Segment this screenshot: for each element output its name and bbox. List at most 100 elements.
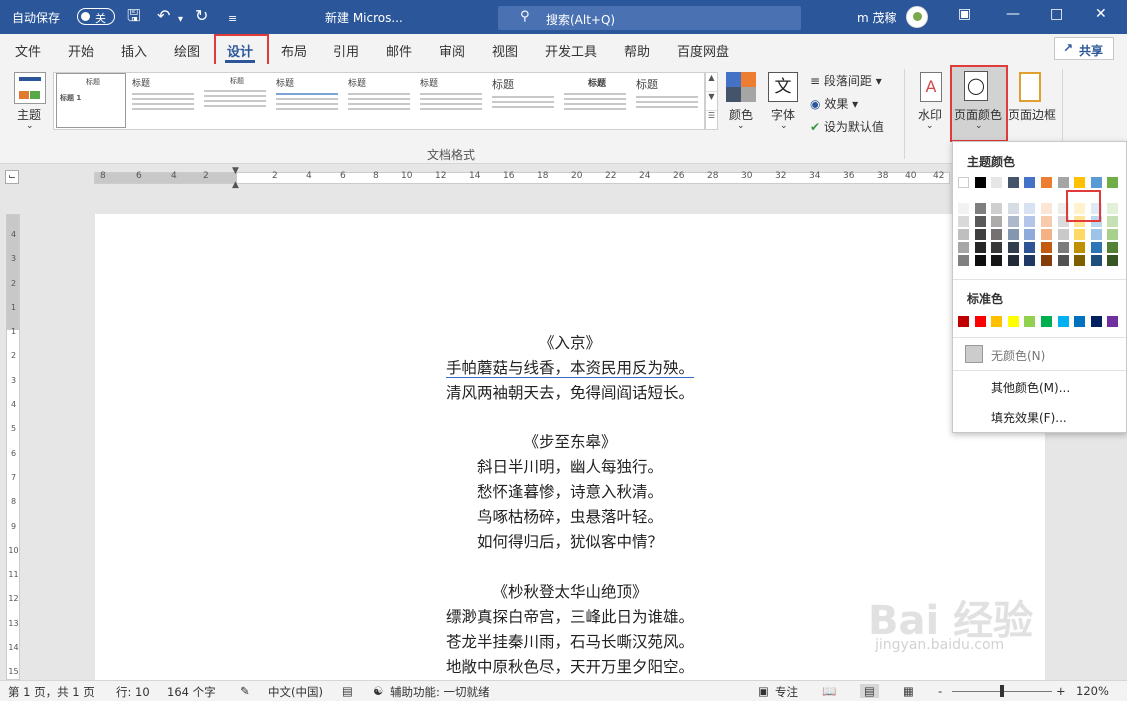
theme-shade-swatch[interactable] [1007, 216, 1019, 227]
theme-color-swatch[interactable] [974, 177, 986, 188]
theme-shade-swatch[interactable] [958, 203, 969, 214]
customize-toolbar-icon[interactable]: ≡ [228, 10, 237, 28]
theme-shade-swatch[interactable] [958, 216, 969, 227]
style-set-item[interactable]: 标题 [632, 73, 702, 130]
more-colors-item[interactable]: 其他颜色(M)... [991, 379, 1070, 396]
theme-color-swatch[interactable] [1057, 177, 1069, 188]
theme-shade-swatch[interactable] [1007, 203, 1019, 214]
theme-shade-swatch[interactable] [1041, 255, 1052, 266]
theme-color-swatch[interactable] [1024, 177, 1036, 188]
theme-color-swatch[interactable] [958, 177, 969, 188]
tab-developer[interactable]: 开发工具 [545, 41, 597, 60]
tab-home[interactable]: 开始 [68, 41, 94, 60]
tab-view[interactable]: 视图 [492, 41, 518, 60]
theme-color-swatch[interactable] [1074, 177, 1086, 188]
theme-shade-swatch[interactable] [974, 203, 986, 214]
theme-shade-swatch[interactable] [1007, 242, 1019, 253]
theme-shade-swatch[interactable] [1041, 242, 1052, 253]
theme-shade-swatch[interactable] [1090, 255, 1102, 266]
theme-shade-swatch[interactable] [1107, 216, 1119, 227]
page-border-label[interactable]: 页面边框 [1008, 106, 1056, 123]
minimize-icon[interactable]: — [1006, 6, 1020, 22]
theme-shade-swatch[interactable] [958, 229, 969, 240]
standard-color-swatch[interactable] [1007, 316, 1019, 327]
language[interactable]: 中文(中国) [268, 684, 323, 700]
first-line-indent-marker[interactable]: ▼ [232, 166, 239, 176]
tab-insert[interactable]: 插入 [121, 41, 147, 60]
standard-color-swatch[interactable] [1041, 316, 1052, 327]
tab-draw[interactable]: 绘图 [174, 41, 200, 60]
zoom-out-button[interactable]: - [938, 684, 942, 698]
theme-shade-swatch[interactable] [1041, 203, 1052, 214]
theme-shade-swatch[interactable] [958, 242, 969, 253]
theme-shade-swatch[interactable] [1057, 242, 1069, 253]
tab-selector-icon[interactable]: ⌙ [5, 170, 19, 184]
document-title[interactable]: 新建 Micros... [325, 9, 403, 26]
theme-shade-swatch[interactable] [1007, 229, 1019, 240]
tab-baidu-netdisk[interactable]: 百度网盘 [677, 41, 729, 60]
word-count[interactable]: 164 个字 [167, 684, 216, 700]
theme-shade-swatch[interactable] [974, 242, 986, 253]
theme-shade-swatch[interactable] [991, 229, 1003, 240]
maximize-icon[interactable]: □ [1050, 6, 1063, 22]
fill-effects-item[interactable]: 填充效果(F)... [991, 409, 1067, 426]
tab-layout[interactable]: 布局 [281, 41, 307, 60]
tab-review[interactable]: 审阅 [439, 41, 465, 60]
style-set-item[interactable]: 标题 [200, 73, 270, 130]
theme-shade-swatch[interactable] [1024, 229, 1036, 240]
theme-shade-swatch[interactable] [1057, 255, 1069, 266]
horizontal-ruler[interactable]: 8 6 4 2 2 4 6 8 10 12 14 16 18 20 22 24 … [94, 171, 950, 184]
theme-shade-swatch[interactable] [1074, 229, 1086, 240]
search-box[interactable]: ⚲ 搜索(Alt+Q) [498, 6, 801, 30]
style-set-item[interactable]: 标题 [128, 73, 198, 130]
fonts-icon[interactable]: 文 [768, 72, 798, 102]
gallery-scroll[interactable]: ▲ ▼ ☰ [705, 72, 718, 130]
style-set-item[interactable]: 标题 [344, 73, 414, 130]
theme-shade-swatch[interactable] [974, 229, 986, 240]
theme-shade-swatch[interactable] [991, 255, 1003, 266]
ribbon-display-options-icon[interactable]: ▣ [958, 6, 971, 22]
standard-color-swatch[interactable] [1074, 316, 1086, 327]
theme-shade-swatch[interactable] [1024, 242, 1036, 253]
theme-color-swatch[interactable] [1007, 177, 1019, 188]
tab-file[interactable]: 文件 [15, 41, 41, 60]
theme-shade-swatch[interactable] [974, 255, 986, 266]
theme-color-swatch[interactable] [1090, 177, 1102, 188]
zoom-in-button[interactable]: + [1056, 684, 1066, 698]
zoom-slider-handle[interactable] [1000, 685, 1004, 697]
page-info[interactable]: 第 1 页，共 1 页 [8, 684, 95, 700]
undo-icon[interactable]: ↶ [157, 7, 170, 25]
theme-shade-swatch[interactable] [991, 242, 1003, 253]
watermark-icon[interactable]: A [920, 72, 942, 102]
theme-shade-swatch[interactable] [991, 203, 1003, 214]
zoom-level[interactable]: 120% [1076, 684, 1109, 698]
themes-icon[interactable] [14, 72, 46, 104]
theme-shade-swatch[interactable] [1057, 229, 1069, 240]
style-set-item[interactable]: 标题 [416, 73, 486, 130]
theme-shade-swatch[interactable] [1090, 229, 1102, 240]
theme-shade-swatch[interactable] [1107, 242, 1119, 253]
avatar[interactable] [906, 6, 928, 28]
theme-shade-swatch[interactable] [1041, 216, 1052, 227]
theme-shade-swatch[interactable] [1074, 242, 1086, 253]
theme-shade-swatch[interactable] [1107, 203, 1119, 214]
watermark-dropdown-icon[interactable]: ⌄ [926, 121, 934, 131]
focus-mode-button[interactable]: 专注 [775, 684, 798, 700]
theme-shade-swatch[interactable] [1074, 255, 1086, 266]
tab-help[interactable]: 帮助 [624, 41, 650, 60]
theme-shade-swatch[interactable] [991, 216, 1003, 227]
colors-dropdown-icon[interactable]: ⌄ [737, 121, 745, 131]
standard-color-swatch[interactable] [1090, 316, 1102, 327]
standard-color-swatch[interactable] [974, 316, 986, 327]
user-name[interactable]: m 茂稼 [857, 9, 897, 26]
theme-color-swatch[interactable] [1107, 177, 1119, 188]
standard-color-swatch[interactable] [1107, 316, 1119, 327]
page-border-icon[interactable] [1019, 72, 1041, 102]
left-indent-marker[interactable]: ▲ [232, 180, 239, 190]
fonts-dropdown-icon[interactable]: ⌄ [780, 121, 788, 131]
theme-shade-swatch[interactable] [1024, 255, 1036, 266]
theme-shade-swatch[interactable] [1024, 203, 1036, 214]
macro-icon[interactable]: ▤ [342, 684, 353, 698]
no-color-item[interactable]: 无颜色(N) [991, 347, 1045, 364]
line-info[interactable]: 行: 10 [116, 684, 150, 700]
